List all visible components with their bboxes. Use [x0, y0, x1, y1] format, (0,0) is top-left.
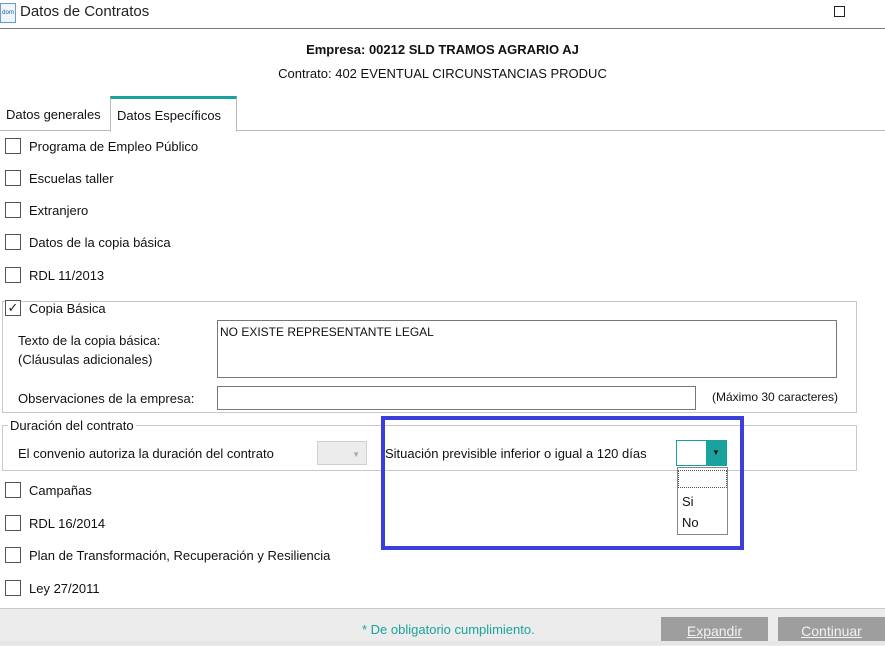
contract-subtitle: Contrato: 402 EVENTUAL CIRCUNSTANCIAS PR…: [278, 66, 607, 81]
required-note: * De obligatorio cumplimiento.: [362, 622, 535, 637]
checkmark-icon: ✓: [7, 300, 19, 315]
texto-copia-textarea[interactable]: NO EXISTE REPRESENTANTE LEGAL: [217, 320, 837, 378]
plan-transformacion-label: Plan de Transformación, Recuperación y R…: [29, 547, 331, 563]
max-chars-hint: (Máximo 30 caracteres): [712, 390, 839, 404]
row-copia-basica: ✓ Copia Básica: [5, 298, 106, 318]
ley-27-2011-label: Ley 27/2011: [29, 580, 100, 596]
app-logo-icon: dom: [0, 3, 16, 23]
convenio-label: El convenio autoriza la duración del con…: [18, 446, 274, 461]
clausulas-adicionales-label: (Cláusulas adicionales): [18, 352, 153, 367]
rdl-11-2013-checkbox[interactable]: [5, 267, 21, 283]
duracion-contrato-legend: Duración del contrato: [8, 418, 136, 433]
campanas-checkbox[interactable]: [5, 482, 21, 498]
extranjero-checkbox[interactable]: [5, 202, 21, 218]
rdl-16-2014-label: RDL 16/2014: [29, 515, 106, 531]
row-datos-copia-basica: Datos de la copia básica: [5, 232, 171, 252]
row-rdl-11-2013: RDL 11/2013: [5, 265, 104, 285]
company-title: Empresa: 00212 SLD TRAMOS AGRARIO AJ: [306, 42, 579, 57]
datos-copia-basica-checkbox[interactable]: [5, 234, 21, 250]
plan-transformacion-checkbox[interactable]: [5, 547, 21, 563]
row-escuelas-taller: Escuelas taller: [5, 168, 114, 188]
highlight-annotation-box: [381, 416, 744, 550]
row-extranjero: Extranjero: [5, 200, 88, 220]
row-ley-27-2011: Ley 27/2011: [5, 578, 100, 598]
copia-basica-checkbox[interactable]: ✓: [5, 300, 21, 316]
row-rdl-16-2014: RDL 16/2014: [5, 513, 105, 533]
tab-datos-generales[interactable]: Datos generales: [0, 96, 110, 130]
chevron-down-icon: ▼: [352, 450, 360, 459]
ley-27-2011-checkbox[interactable]: [5, 580, 21, 596]
title-bar: dom Datos de Contratos: [0, 0, 885, 29]
programa-empleo-checkbox[interactable]: [5, 138, 21, 154]
row-campanas: Campañas: [5, 480, 92, 500]
rdl-11-2013-label: RDL 11/2013: [29, 267, 105, 283]
convenio-select[interactable]: ▼: [317, 441, 367, 465]
escuelas-taller-label: Escuelas taller: [29, 170, 114, 186]
observaciones-label: Observaciones de la empresa:: [18, 391, 195, 406]
campanas-label: Campañas: [29, 482, 92, 498]
escuelas-taller-checkbox[interactable]: [5, 170, 21, 186]
row-plan-transformacion: Plan de Transformación, Recuperación y R…: [5, 545, 330, 565]
tab-datos-especificos[interactable]: Datos Específicos: [110, 96, 237, 132]
observaciones-input[interactable]: [217, 386, 696, 410]
extranjero-label: Extranjero: [29, 202, 89, 218]
rdl-16-2014-checkbox[interactable]: [5, 515, 21, 531]
window-title: Datos de Contratos: [20, 3, 150, 20]
maximize-icon[interactable]: [834, 6, 845, 17]
copia-basica-label: Copia Básica: [29, 300, 106, 316]
datos-copia-basica-label: Datos de la copia básica: [29, 234, 171, 250]
programa-empleo-label: Programa de Empleo Público: [29, 138, 199, 154]
texto-copia-label: Texto de la copia básica:: [18, 333, 161, 348]
underlying-window-strip: [0, 641, 885, 645]
row-programa-empleo: Programa de Empleo Público: [5, 136, 198, 156]
